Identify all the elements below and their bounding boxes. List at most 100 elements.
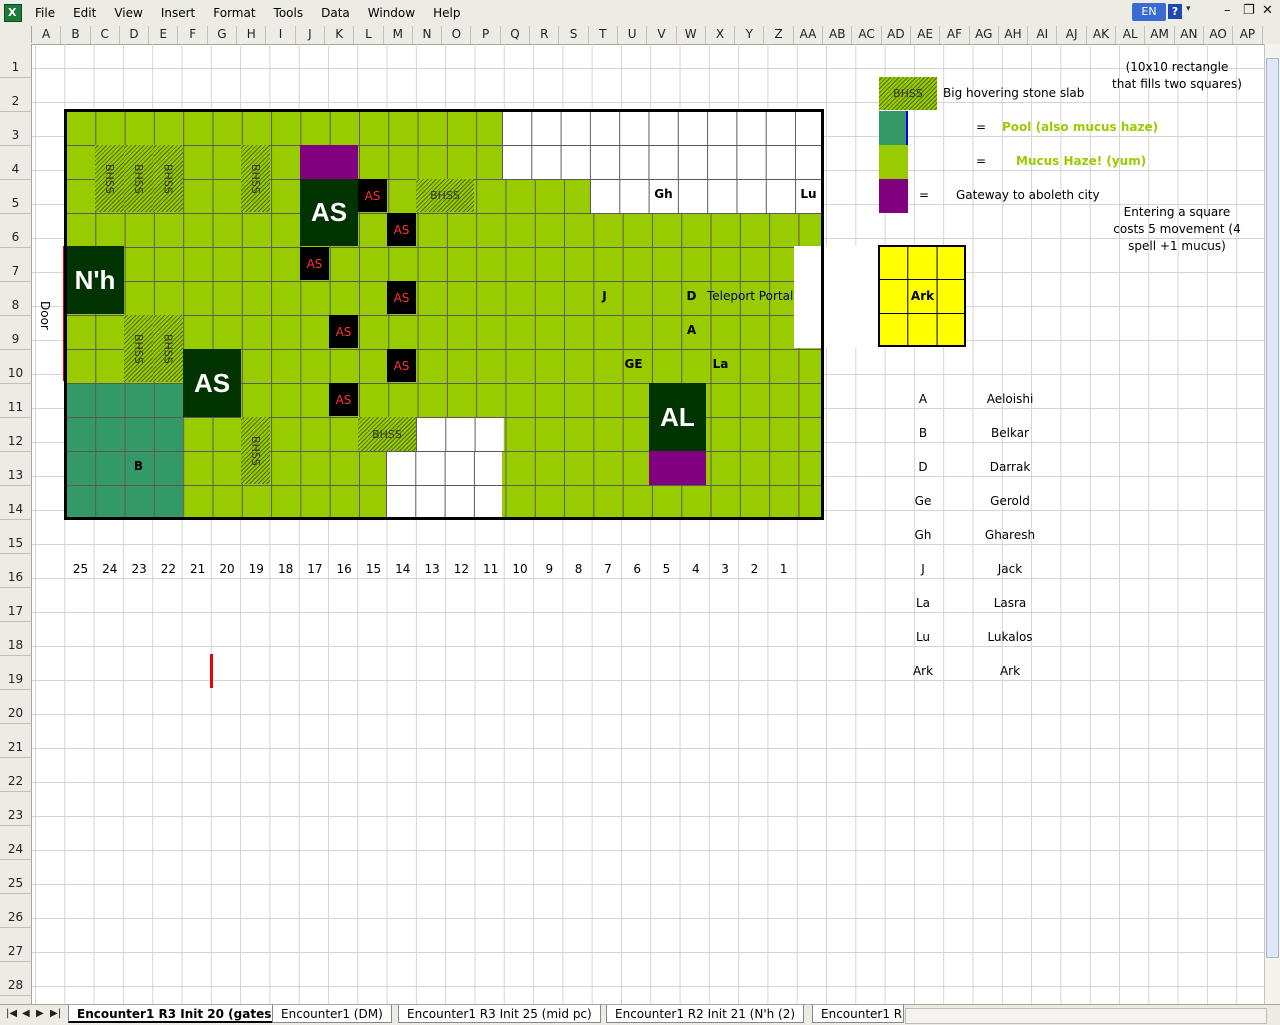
creature-as[interactable]: AS bbox=[183, 349, 241, 417]
row-header[interactable]: 23 bbox=[0, 792, 31, 826]
row-header[interactable]: 10 bbox=[0, 350, 31, 384]
chevron-down-icon[interactable]: ▾ bbox=[1186, 4, 1191, 14]
creature-nh[interactable]: N'h bbox=[66, 246, 124, 314]
column-header[interactable]: U bbox=[618, 26, 648, 44]
restore-icon[interactable]: ❐ bbox=[1243, 4, 1255, 18]
menu-help[interactable]: Help bbox=[424, 5, 469, 21]
creature-as-small[interactable]: AS bbox=[387, 213, 416, 246]
pc-belkar[interactable]: B bbox=[124, 459, 153, 473]
column-header[interactable]: AJ bbox=[1058, 26, 1087, 44]
column-header[interactable]: AC bbox=[852, 26, 882, 44]
row-header[interactable]: 27 bbox=[0, 928, 31, 962]
row-header[interactable]: 12 bbox=[0, 418, 31, 452]
creature-as-small[interactable]: AS bbox=[387, 281, 416, 314]
creature-as-small[interactable]: AS bbox=[329, 383, 358, 416]
menu-data[interactable]: Data bbox=[312, 5, 359, 21]
column-header[interactable]: AP bbox=[1233, 26, 1263, 44]
row-header[interactable]: 6 bbox=[0, 214, 31, 248]
column-header[interactable]: Q bbox=[501, 26, 531, 44]
column-header[interactable]: M bbox=[384, 26, 413, 44]
row-header[interactable]: 7 bbox=[0, 248, 31, 282]
column-header[interactable]: L bbox=[354, 26, 384, 44]
row-header[interactable]: 16 bbox=[0, 554, 31, 588]
excel-icon[interactable] bbox=[4, 4, 22, 22]
row-header[interactable]: 5 bbox=[0, 180, 31, 214]
row-header[interactable]: 17 bbox=[0, 588, 31, 622]
column-header[interactable]: AL bbox=[1116, 26, 1146, 44]
column-header[interactable]: V bbox=[647, 26, 677, 44]
column-header[interactable]: A bbox=[32, 26, 62, 44]
column-header[interactable]: T bbox=[589, 26, 618, 44]
menu-tools[interactable]: Tools bbox=[265, 5, 313, 21]
minimize-icon[interactable]: – bbox=[1224, 4, 1231, 18]
row-header[interactable]: 25 bbox=[0, 860, 31, 894]
row-header[interactable]: 22 bbox=[0, 758, 31, 792]
row-header[interactable]: 3 bbox=[0, 112, 31, 146]
column-header[interactable]: AH bbox=[999, 26, 1029, 44]
row-header[interactable]: 26 bbox=[0, 894, 31, 928]
creature-al[interactable]: AL bbox=[649, 383, 706, 451]
pc-darrak[interactable]: D bbox=[677, 289, 706, 303]
column-header[interactable]: AG bbox=[970, 26, 999, 44]
creature-as-small[interactable]: AS bbox=[387, 349, 416, 382]
pc-gerold[interactable]: GE bbox=[619, 357, 648, 371]
column-header[interactable]: I bbox=[266, 26, 296, 44]
creature-as-small[interactable]: AS bbox=[358, 179, 387, 212]
column-header[interactable]: P bbox=[472, 26, 501, 44]
sheet-tab[interactable]: Encounter1 (DM) bbox=[272, 1005, 392, 1023]
help-icon[interactable]: ? bbox=[1168, 4, 1182, 19]
column-header[interactable]: Y bbox=[735, 26, 765, 44]
row-header[interactable]: 2 bbox=[0, 78, 31, 112]
column-header[interactable]: F bbox=[179, 26, 208, 44]
row-header[interactable]: 28 bbox=[0, 962, 31, 996]
select-all-corner[interactable] bbox=[0, 26, 32, 43]
row-header[interactable]: 20 bbox=[0, 690, 31, 724]
column-header[interactable]: AB bbox=[823, 26, 853, 44]
next-sheet-icon[interactable]: ▶ bbox=[36, 1008, 44, 1019]
sheet-tab[interactable]: Encounter1 R2 Init 21 (N'h (2) bbox=[606, 1005, 805, 1023]
creature-as-small[interactable]: AS bbox=[329, 315, 358, 348]
row-header[interactable]: 18 bbox=[0, 622, 31, 656]
row-header[interactable]: 1 bbox=[0, 44, 31, 78]
sheet-tab[interactable]: Encounter1 R3 Init 20 (gates) bbox=[68, 1005, 286, 1023]
column-header[interactable]: C bbox=[91, 26, 120, 44]
row-header[interactable]: 21 bbox=[0, 724, 31, 758]
column-header[interactable]: W bbox=[677, 26, 706, 44]
pc-aeloishi[interactable]: A bbox=[677, 323, 706, 337]
column-header[interactable]: O bbox=[442, 26, 472, 44]
worksheet-grid[interactable]: BHSS BHSS BHSS BHSS BHSS BHSS BHSS BHSS … bbox=[32, 44, 1264, 1004]
column-header[interactable]: H bbox=[237, 26, 267, 44]
row-header[interactable]: 13 bbox=[0, 452, 31, 486]
sheet-tab[interactable]: Encounter1 R3 Init 25 (mid pc) bbox=[398, 1005, 601, 1023]
column-header[interactable]: E bbox=[149, 26, 179, 44]
pc-jack[interactable]: J bbox=[590, 289, 619, 303]
language-indicator[interactable]: EN bbox=[1132, 3, 1166, 21]
row-header[interactable]: 24 bbox=[0, 826, 31, 860]
first-sheet-icon[interactable]: |◀ bbox=[6, 1008, 17, 1019]
column-header[interactable]: X bbox=[706, 26, 736, 44]
sheet-tab[interactable]: Encounter1 R2 bbox=[812, 1005, 904, 1023]
row-header[interactable]: 8 bbox=[0, 282, 31, 316]
column-header[interactable]: AM bbox=[1145, 26, 1175, 44]
menu-view[interactable]: View bbox=[105, 5, 151, 21]
close-icon[interactable]: ✕ bbox=[1262, 4, 1273, 18]
row-header[interactable]: 11 bbox=[0, 384, 31, 418]
prev-sheet-icon[interactable]: ◀ bbox=[22, 1008, 30, 1019]
column-header[interactable]: J bbox=[296, 26, 325, 44]
scroll-thumb[interactable] bbox=[1266, 58, 1279, 958]
column-header[interactable]: AD bbox=[882, 26, 911, 44]
vertical-scrollbar[interactable] bbox=[1264, 44, 1280, 1004]
column-header[interactable]: AE bbox=[911, 26, 941, 44]
menu-edit[interactable]: Edit bbox=[64, 5, 105, 21]
menu-file[interactable]: File bbox=[26, 5, 64, 21]
column-header[interactable]: B bbox=[61, 26, 91, 44]
creature-as[interactable]: AS bbox=[300, 179, 358, 246]
column-header[interactable]: K bbox=[325, 26, 355, 44]
row-header[interactable]: 9 bbox=[0, 316, 31, 350]
last-sheet-icon[interactable]: ▶| bbox=[50, 1008, 61, 1019]
pc-gharesh[interactable]: Gh bbox=[649, 187, 678, 201]
column-header[interactable]: AK bbox=[1087, 26, 1117, 44]
column-header[interactable]: D bbox=[120, 26, 150, 44]
column-header[interactable]: Z bbox=[765, 26, 794, 44]
row-header[interactable]: 14 bbox=[0, 486, 31, 520]
